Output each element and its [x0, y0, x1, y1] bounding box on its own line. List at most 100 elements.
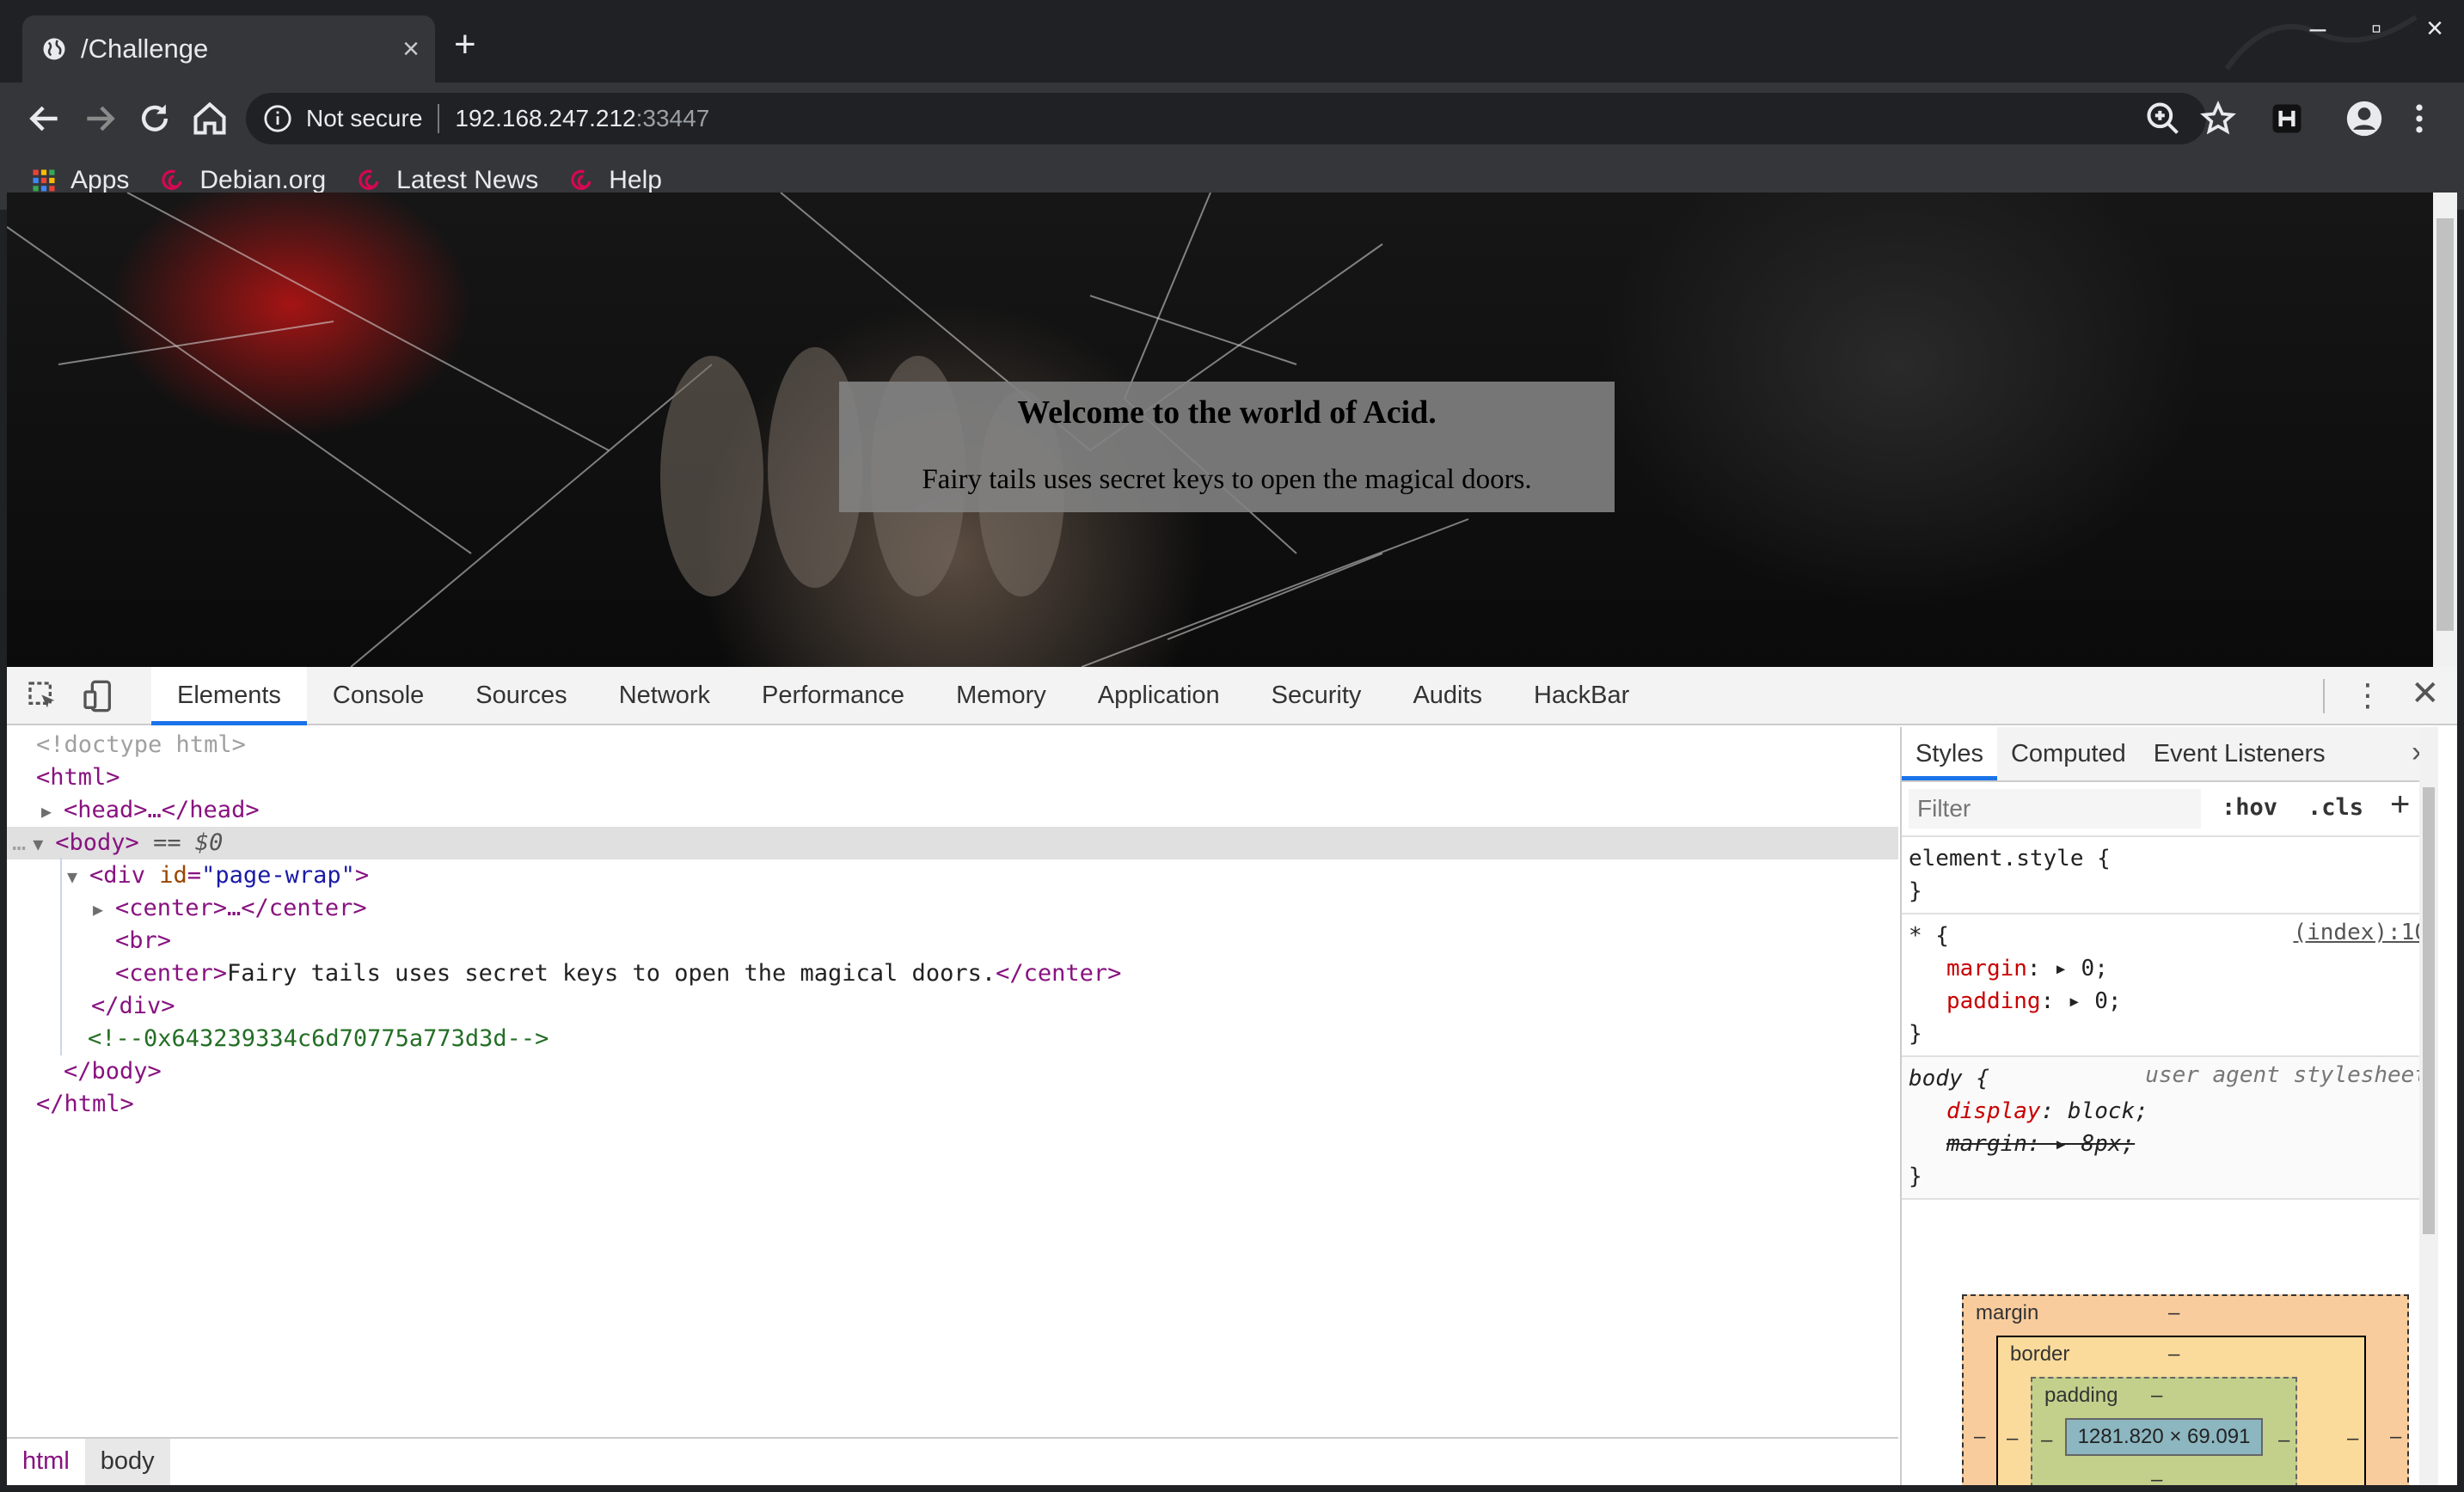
box-model-diagram: margin – – – border – – – padding – – – …: [1962, 1294, 2409, 1485]
new-rule-button[interactable]: +: [2390, 786, 2410, 824]
bookmark-help[interactable]: Help: [569, 166, 662, 195]
tab-close-icon[interactable]: ×: [402, 34, 420, 64]
expand-triangle-icon[interactable]: ▶: [93, 893, 115, 926]
dom-node-comment[interactable]: <!--0x643239334c6d70775a773d3d-->: [88, 1023, 549, 1055]
zoom-icon[interactable]: [2144, 100, 2182, 138]
box-model-padding: padding – – – – 1281.820 × 69.091: [2031, 1377, 2297, 1485]
page-text: Fairy tails uses secret keys to open the…: [922, 464, 1532, 495]
box-model-margin-label: margin: [1976, 1301, 2039, 1324]
device-toolbar-icon[interactable]: [81, 679, 115, 713]
tab-event-listeners[interactable]: Event Listeners: [2140, 727, 2339, 780]
url-port: :33447: [635, 105, 710, 131]
box-model-padding-label: padding: [2044, 1384, 2118, 1407]
bookmark-latest-news[interactable]: Latest News: [357, 166, 538, 195]
dom-node-body-close[interactable]: </body>: [64, 1055, 162, 1088]
rule-source-link[interactable]: (index):10: [2293, 920, 2428, 945]
rule-declaration-margin-overridden: margin: ▸ 8px;: [1946, 1131, 2136, 1157]
dom-node-body-selected[interactable]: … ▼ <body> == $0: [7, 827, 1898, 859]
dom-tree: <!doctype html> <html> ▶ <head>…</head> ……: [7, 727, 1898, 1432]
breadcrumb-body[interactable]: body: [84, 1439, 170, 1485]
tab-performance[interactable]: Performance: [736, 667, 930, 725]
bookmark-debian[interactable]: Debian.org: [160, 166, 326, 195]
styles-tabbar: Styles Computed Event Listeners »: [1902, 727, 2438, 782]
devtools-close-icon[interactable]: ✕: [2411, 674, 2440, 713]
styles-filter-bar: :hov .cls +: [1902, 782, 2438, 837]
rule-declaration-padding[interactable]: padding: ▸ 0;: [1909, 985, 2431, 1018]
tab-security[interactable]: Security: [1246, 667, 1388, 725]
tab-network[interactable]: Network: [593, 667, 736, 725]
account-icon[interactable]: [2345, 100, 2383, 138]
dom-node-center-text[interactable]: <center>Fairy tails uses secret keys to …: [115, 957, 1121, 990]
dom-node-div-page-wrap[interactable]: ▼ <div id="page-wrap">: [67, 859, 369, 892]
apps-grid-icon: [33, 169, 55, 192]
page-heading: Welcome to the world of Acid.: [1017, 394, 1437, 431]
styles-scrollbar-thumb[interactable]: [2423, 787, 2435, 1234]
hackbar-extension-icon[interactable]: [2268, 100, 2306, 138]
welcome-box: Welcome to the world of Acid. Fairy tail…: [839, 382, 1615, 512]
back-arrow-icon[interactable]: [26, 100, 64, 138]
dom-indent-guide: [60, 858, 62, 1055]
page-viewport: Welcome to the world of Acid. Fairy tail…: [7, 193, 2433, 667]
bookmark-apps[interactable]: Apps: [31, 166, 129, 195]
dom-node-br[interactable]: <br>: [115, 925, 171, 957]
rule-declaration-margin[interactable]: margin: ▸ 0;: [1909, 952, 2431, 985]
tab-console[interactable]: Console: [307, 667, 450, 725]
rule-element-style: element.style { }: [1902, 837, 2438, 914]
tab-hackbar[interactable]: HackBar: [1508, 667, 1655, 725]
page-scrollbar[interactable]: [2433, 193, 2457, 667]
tab-memory[interactable]: Memory: [930, 667, 1072, 725]
tabbar-divider: [2323, 679, 2325, 713]
collapse-triangle-icon[interactable]: ▼: [67, 860, 89, 893]
tab-elements[interactable]: Elements: [151, 667, 307, 725]
maximize-button[interactable]: ▫: [2347, 12, 2406, 46]
minimize-button[interactable]: –: [2289, 12, 2347, 46]
globe-icon: [43, 38, 65, 60]
dom-node-div-close[interactable]: </div>: [91, 990, 175, 1023]
dom-node-center-collapsed[interactable]: ▶ <center>…</center>: [93, 892, 367, 925]
styles-filter-input[interactable]: [1909, 789, 2201, 829]
chrome-menu-icon[interactable]: [2400, 100, 2438, 138]
info-icon[interactable]: [263, 104, 292, 133]
dom-node-html-close[interactable]: </html>: [36, 1088, 134, 1121]
reload-icon[interactable]: [136, 100, 174, 138]
window-controls: – ▫ ×: [2289, 12, 2464, 46]
bookmark-star-icon[interactable]: [2199, 100, 2237, 138]
home-icon[interactable]: [191, 100, 229, 138]
address-bar[interactable]: Not secure 192.168.247.212 :33447: [246, 93, 2206, 144]
tab-styles[interactable]: Styles: [1902, 727, 1997, 780]
bookmark-label: Help: [609, 166, 662, 194]
inspect-element-icon[interactable]: [26, 679, 60, 713]
debian-swirl-icon: [359, 169, 379, 190]
hover-state-toggle[interactable]: :hov: [2222, 794, 2277, 821]
dom-node-head[interactable]: ▶ <head>…</head>: [41, 794, 260, 827]
browser-tab[interactable]: /Challenge ×: [22, 15, 435, 83]
styles-scrollbar[interactable]: [2419, 727, 2438, 1485]
bookmark-label: Debian.org: [199, 166, 327, 194]
breadcrumb: html body: [7, 1437, 1898, 1485]
rule-declaration-display: display: block;: [1946, 1098, 2148, 1124]
breadcrumb-html[interactable]: html: [7, 1439, 85, 1485]
expand-triangle-icon[interactable]: ▶: [41, 795, 64, 828]
rule-body-ua: body { user agent stylesheet display: bl…: [1902, 1057, 2438, 1200]
debian-swirl-icon: [571, 169, 591, 190]
dom-node-doctype[interactable]: <!doctype html>: [36, 729, 246, 761]
class-toggle[interactable]: .cls: [2308, 794, 2363, 821]
forward-arrow-icon[interactable]: [81, 100, 119, 138]
window-close-button[interactable]: ×: [2406, 12, 2464, 46]
page-scrollbar-thumb[interactable]: [2436, 218, 2454, 631]
tab-application[interactable]: Application: [1072, 667, 1246, 725]
new-tab-button[interactable]: +: [454, 26, 476, 64]
dom-node-html[interactable]: <html>: [36, 761, 120, 794]
tab-computed[interactable]: Computed: [1997, 727, 2140, 780]
box-model-border-label: border: [2010, 1342, 2070, 1366]
devtools-menu-icon[interactable]: ⋮: [2352, 677, 2383, 713]
devtools-tabbar: Elements Console Sources Network Perform…: [7, 667, 2457, 725]
url-host: 192.168.247.212: [455, 105, 636, 131]
tab-audits[interactable]: Audits: [1387, 667, 1508, 725]
devtools-panel: Elements Console Sources Network Perform…: [7, 667, 2457, 1485]
tab-sources[interactable]: Sources: [450, 667, 592, 725]
rule-source-label: user agent stylesheet: [2145, 1062, 2428, 1088]
debian-swirl-icon: [162, 169, 182, 190]
bookmark-label: Apps: [70, 166, 130, 194]
collapse-triangle-icon[interactable]: ▼: [33, 828, 55, 860]
